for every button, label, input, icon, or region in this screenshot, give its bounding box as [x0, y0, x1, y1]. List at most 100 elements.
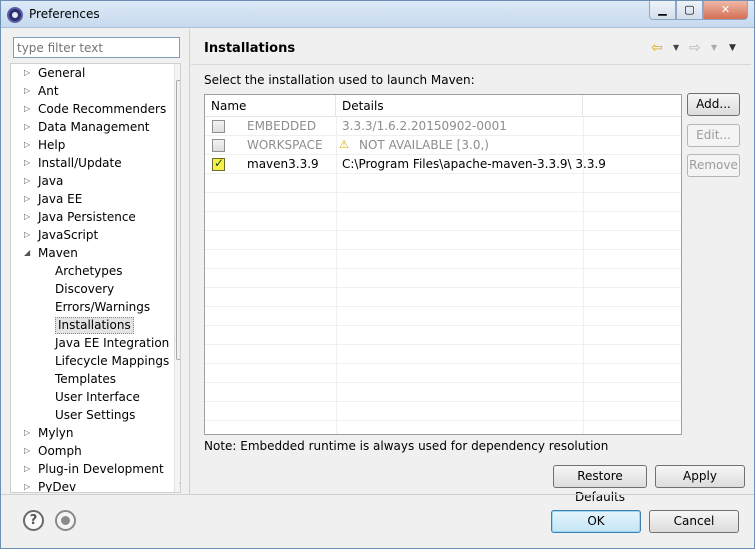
- installation-name: maven3.3.9: [247, 157, 319, 171]
- tree-item-label: Oomph: [38, 444, 82, 458]
- minimize-icon: ▁: [658, 3, 667, 16]
- tree-item-label: Ant: [38, 84, 59, 98]
- installation-checkbox[interactable]: [212, 120, 225, 133]
- close-icon: ✕: [720, 3, 731, 16]
- window-title: Preferences: [29, 7, 100, 21]
- tree-item-label: User Interface: [55, 390, 140, 404]
- minimize-button[interactable]: ▁: [649, 1, 676, 20]
- tree-item[interactable]: ▷ Ant: [11, 82, 171, 100]
- table-row[interactable]: maven3.3.9 C:\Program Files\apache-maven-…: [205, 155, 681, 174]
- restore-defaults-button[interactable]: Restore Defaults: [553, 465, 647, 504]
- tree-item[interactable]: ▷ Oomph: [11, 442, 171, 460]
- tree-item[interactable]: ▷ Data Management: [11, 118, 171, 136]
- collapsed-arrow-icon[interactable]: ▷: [24, 64, 30, 82]
- expanded-arrow-icon[interactable]: ◢: [24, 244, 30, 262]
- tree-item[interactable]: ▷ Code Recommenders: [11, 100, 171, 118]
- pane-splitter[interactable]: [189, 29, 190, 494]
- column-header-details[interactable]: Details: [336, 95, 583, 117]
- back-arrow-icon[interactable]: ⇦: [651, 39, 663, 57]
- table-row[interactable]: WORKSPACE ⚠ NOT AVAILABLE [3.0,): [205, 136, 681, 155]
- tree-item-label: Data Management: [38, 120, 150, 134]
- tree-item[interactable]: ▷ Java Persistence: [11, 208, 171, 226]
- cancel-button[interactable]: Cancel: [649, 510, 739, 533]
- tree-item-label: Java Persistence: [38, 210, 136, 224]
- table-row: [205, 193, 681, 212]
- table-row: [205, 269, 681, 288]
- add-button[interactable]: Add...: [687, 93, 740, 116]
- collapsed-arrow-icon[interactable]: ▷: [24, 172, 30, 190]
- tree-item[interactable]: ▷ Java: [11, 172, 171, 190]
- tree-item-label: Plug-in Development: [38, 462, 164, 476]
- collapsed-arrow-icon[interactable]: ▷: [24, 208, 30, 226]
- table-row: [205, 231, 681, 250]
- collapsed-arrow-icon[interactable]: ▷: [24, 190, 30, 208]
- close-button[interactable]: ✕: [703, 1, 748, 20]
- tree-item[interactable]: Errors/Warnings: [11, 298, 171, 316]
- filter-input[interactable]: [13, 37, 180, 58]
- forward-menu-icon[interactable]: ▼: [711, 39, 717, 57]
- table-row: [205, 383, 681, 402]
- tree-item-label: Templates: [55, 372, 117, 386]
- tree-item-label: Help: [38, 138, 66, 152]
- column-header-filler: [583, 95, 681, 117]
- collapsed-arrow-icon[interactable]: ▷: [24, 136, 30, 154]
- apply-button[interactable]: Apply: [655, 465, 745, 488]
- tree-item[interactable]: ▷ Help: [11, 136, 171, 154]
- collapsed-arrow-icon[interactable]: ▷: [24, 82, 30, 100]
- tree-item[interactable]: ▷ JavaScript: [11, 226, 171, 244]
- collapsed-arrow-icon[interactable]: ▷: [24, 154, 30, 172]
- edit-button[interactable]: Edit...: [687, 124, 740, 147]
- table-row: [205, 402, 681, 421]
- tree-item-label: User Settings: [55, 408, 136, 422]
- collapsed-arrow-icon[interactable]: ▷: [24, 118, 30, 136]
- collapsed-arrow-icon[interactable]: ▷: [24, 226, 30, 244]
- maximize-icon: ▢: [684, 3, 695, 16]
- scrollbar-thumb[interactable]: [176, 80, 180, 360]
- column-header-name[interactable]: Name: [205, 95, 336, 117]
- tree-item-label: Errors/Warnings: [55, 300, 151, 314]
- tree-item[interactable]: ▷ Plug-in Development: [11, 460, 171, 478]
- tree-item-label: PyDev: [38, 480, 77, 493]
- tree-item-label: Java EE Integration: [55, 336, 170, 350]
- tree-item[interactable]: ◢ Maven: [11, 244, 171, 262]
- collapsed-arrow-icon[interactable]: ▷: [24, 424, 30, 442]
- title-bar[interactable]: Preferences ▁ ▢ ✕: [1, 1, 754, 28]
- scroll-down-icon[interactable]: ▼: [175, 478, 180, 492]
- tree-item[interactable]: Lifecycle Mappings: [11, 352, 171, 370]
- tree-item[interactable]: Java EE Integration: [11, 334, 171, 352]
- page-title: Installations: [204, 41, 296, 56]
- tree-item[interactable]: Templates: [11, 370, 171, 388]
- tree-item[interactable]: ▷ Java EE: [11, 190, 171, 208]
- tree-item[interactable]: ▷ General: [11, 64, 171, 82]
- forward-arrow-icon[interactable]: ⇨: [689, 39, 701, 57]
- tree-item-label: Code Recommenders: [38, 102, 167, 116]
- tree-item[interactable]: ▷ PyDev: [11, 478, 171, 493]
- remove-button[interactable]: Remove: [687, 154, 740, 177]
- tree-item[interactable]: ▷ Mylyn: [11, 424, 171, 442]
- ok-button[interactable]: OK: [551, 510, 641, 533]
- table-row: [205, 345, 681, 364]
- tree-item[interactable]: ▷ Install/Update: [11, 154, 171, 172]
- tree-item[interactable]: User Interface: [11, 388, 171, 406]
- collapsed-arrow-icon[interactable]: ▷: [24, 442, 30, 460]
- preferences-window: Preferences ▁ ▢ ✕ ▷ General ▷ Ant ▷ Code Reco…: [0, 0, 755, 549]
- table-row: [205, 212, 681, 231]
- view-menu-icon[interactable]: ▼: [729, 39, 736, 57]
- tree-item[interactable]: Discovery: [11, 280, 171, 298]
- maximize-button[interactable]: ▢: [676, 1, 703, 20]
- tree-item[interactable]: User Settings: [11, 406, 171, 424]
- collapsed-arrow-icon[interactable]: ▷: [24, 100, 30, 118]
- help-icon[interactable]: ?: [23, 510, 44, 531]
- tree-scrollbar[interactable]: ▼: [174, 64, 180, 492]
- table-row[interactable]: EMBEDDED 3.3.3/1.6.2.20150902-0001: [205, 117, 681, 136]
- installations-table: Name Details EMBEDDED 3.3.3/1.6.2.2015090…: [204, 94, 682, 435]
- installation-checkbox[interactable]: [212, 156, 225, 171]
- tree-item-label: Archetypes: [55, 264, 123, 278]
- record-icon[interactable]: [55, 510, 76, 531]
- collapsed-arrow-icon[interactable]: ▷: [24, 478, 30, 492]
- tree-item[interactable]: Archetypes: [11, 262, 171, 280]
- back-menu-icon[interactable]: ▼: [673, 39, 679, 57]
- tree-item[interactable]: Installations: [11, 316, 171, 334]
- installation-checkbox[interactable]: [212, 139, 225, 152]
- collapsed-arrow-icon[interactable]: ▷: [24, 460, 30, 478]
